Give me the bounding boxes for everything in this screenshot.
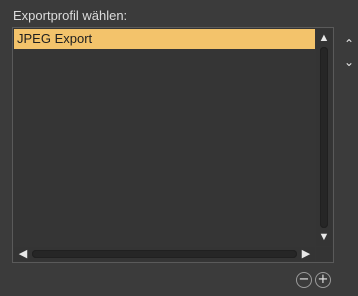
scrollbar-corner [316,247,332,261]
scroll-right-icon[interactable]: ▶ [299,247,313,261]
scroll-left-icon[interactable]: ◀ [16,247,30,261]
scroll-up-icon[interactable]: ▲ [316,31,332,45]
add-profile-button[interactable]: + [315,272,331,288]
horizontal-scroll-track[interactable] [32,250,297,258]
move-up-icon[interactable]: ⌃ [341,37,357,51]
vertical-scrollbar[interactable]: ▲ ▼ [316,29,332,246]
horizontal-scroll-thumb[interactable] [32,250,297,258]
horizontal-scrollbar[interactable]: ◀ ▶ [14,247,315,261]
move-down-icon[interactable]: ⌄ [341,55,357,69]
vertical-scroll-thumb[interactable] [320,47,328,228]
list-item-jpeg-export[interactable]: JPEG Export [14,29,315,49]
vertical-scroll-track[interactable] [320,47,328,228]
export-profile-label: Exportprofil wählen: [13,8,128,23]
remove-profile-button[interactable]: − [296,272,312,288]
scroll-down-icon[interactable]: ▼ [316,230,332,244]
export-profile-list-content: JPEG Export [14,29,315,246]
export-profile-list[interactable]: JPEG Export ▲ ▼ ◀ ▶ [12,27,334,263]
